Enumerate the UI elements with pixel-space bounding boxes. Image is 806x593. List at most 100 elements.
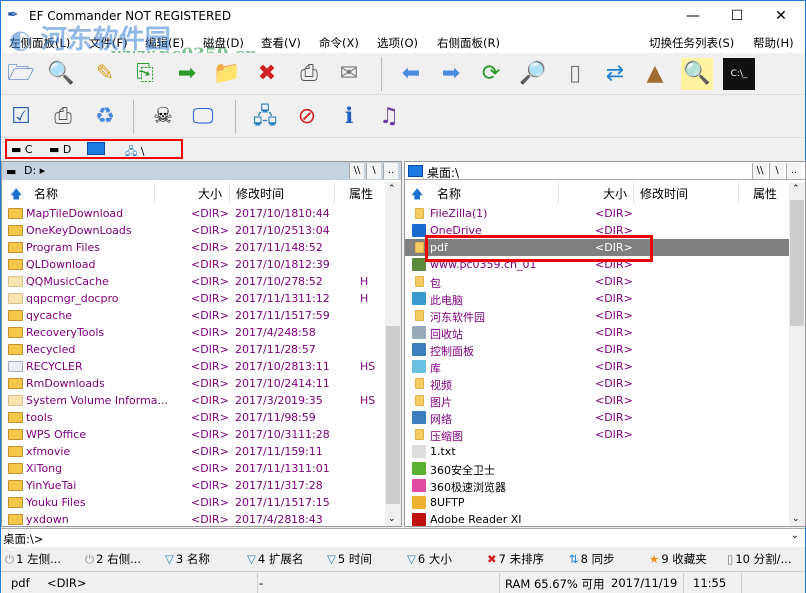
list-item[interactable]: RECYCLER <DIR> HS 2017/10/28 13:11 <box>2 358 385 375</box>
close-button[interactable]: ✕ <box>761 5 801 27</box>
list-item[interactable]: 回收站 <DIR> <box>405 324 789 341</box>
right-scrollbar[interactable]: ⌃ ⌄ <box>789 182 805 526</box>
list-item[interactable]: www.pc0359.cn_01 <DIR> <box>405 256 789 273</box>
list-item[interactable]: Youku Files <DIR> 2017/11/15 17:15 <box>2 494 385 511</box>
menu-left-panel[interactable]: 左侧面板(L) <box>9 35 70 51</box>
fkey-7[interactable]: ✖ 7 未排序 <box>487 551 544 567</box>
split-file-icon[interactable]: ▯ <box>559 58 591 90</box>
list-item[interactable]: 360极速浏览器 <box>405 477 789 494</box>
menu-help[interactable]: 帮助(H) <box>753 35 794 51</box>
list-item[interactable]: 网络 <DIR> <box>405 409 789 426</box>
checklist-icon[interactable]: ☑ <box>5 101 37 133</box>
backslash-button[interactable]: \ <box>366 163 381 179</box>
menu-view[interactable]: 查看(V) <box>261 35 301 51</box>
drive-c-button[interactable]: ▬ C <box>11 143 33 156</box>
email-icon[interactable]: ✉ <box>333 58 365 90</box>
parent-button[interactable]: .. <box>383 163 398 179</box>
list-item[interactable]: OneKeyDownLoads <DIR> 2017/10/25 13:04 <box>2 222 385 239</box>
print-icon[interactable]: ⎙ <box>293 58 325 90</box>
list-item[interactable]: Program Files <DIR> 2017/11/14 8:52 <box>2 239 385 256</box>
list-item[interactable]: RecoveryTools <DIR> 2017/4/24 8:58 <box>2 324 385 341</box>
col-size[interactable]: 大小 <box>603 185 627 202</box>
list-item[interactable]: 库 <DIR> <box>405 358 789 375</box>
col-size[interactable]: 大小 <box>198 185 222 202</box>
fkey-10[interactable]: ▯ 10 分割/... <box>727 551 791 567</box>
fkey-2[interactable]: ⏻ 2 右侧... <box>85 551 141 567</box>
find-file-icon[interactable]: 🔍 <box>681 58 713 90</box>
fkey-9[interactable]: ★ 9 收藏夹 <box>649 551 707 567</box>
right-scroll-thumb[interactable] <box>790 200 804 326</box>
backslash-button[interactable]: \ <box>769 163 784 179</box>
search-icon[interactable]: 🔎 <box>517 58 549 90</box>
scanner-icon[interactable]: ⎙ <box>47 101 79 133</box>
up-arrow-icon[interactable]: 🡅 <box>411 185 423 206</box>
copy-icon[interactable]: ⎘ <box>129 58 161 90</box>
list-item[interactable]: tools <DIR> 2017/11/9 8:59 <box>2 409 385 426</box>
list-item[interactable]: 河东软件园 <DIR> <box>405 307 789 324</box>
list-item[interactable]: qqpcmgr_docpro <DIR> H 2017/11/13 11:12 <box>2 290 385 307</box>
list-item[interactable]: WPS Office <DIR> 2017/10/31 11:28 <box>2 426 385 443</box>
root-button[interactable]: \\ <box>349 163 364 179</box>
view-icon[interactable]: 🔍 <box>45 58 77 90</box>
menu-command[interactable]: 命令(X) <box>319 35 359 51</box>
recycle-bin-icon[interactable]: ♻ <box>89 101 121 133</box>
list-item[interactable]: 此电脑 <DIR> <box>405 290 789 307</box>
list-item[interactable]: 图片 <DIR> <box>405 392 789 409</box>
list-item[interactable]: 控制面板 <DIR> <box>405 341 789 358</box>
pyramid-icon[interactable]: ▲ <box>639 58 671 90</box>
move-icon[interactable]: ➡ <box>171 58 203 90</box>
list-item[interactable]: Adobe Reader XI <box>405 511 789 528</box>
list-item[interactable]: System Volume Informa... <DIR> HS 2017/3/20… <box>2 392 385 409</box>
left-path[interactable]: D: ▸ <box>24 164 45 177</box>
open-folder-icon[interactable]: 🗁 <box>5 58 37 90</box>
desktop-button[interactable] <box>87 142 105 155</box>
menu-disk[interactable]: 磁盘(D) <box>203 35 244 51</box>
col-attr[interactable]: 属性 <box>753 185 777 202</box>
menu-file[interactable]: 文件(F) <box>89 35 128 51</box>
fkey-4[interactable]: ▽ 4 扩展名 <box>247 551 303 567</box>
edit-icon[interactable]: ✎ <box>89 58 121 90</box>
list-item[interactable]: 包 <DIR> <box>405 273 789 290</box>
list-item[interactable]: QQMusicCache <DIR> H 2017/10/27 8:52 <box>2 273 385 290</box>
list-item[interactable]: 8UFTP <box>405 494 789 511</box>
monitor-icon[interactable]: 🖵 <box>187 101 219 133</box>
fkey-3[interactable]: ▽ 3 名称 <box>165 551 210 567</box>
list-item[interactable]: 360安全卫士 <box>405 460 789 477</box>
col-attr[interactable]: 属性 <box>349 185 373 202</box>
list-item[interactable]: MapTileDownload <DIR> 2017/10/18 10:44 <box>2 205 385 222</box>
list-item[interactable]: qycache <DIR> 2017/11/15 17:59 <box>2 307 385 324</box>
fkey-8[interactable]: ⇅ 8 同步 <box>569 551 615 567</box>
list-item[interactable]: OneDrive <DIR> <box>405 222 789 239</box>
parent-button[interactable]: .. <box>786 163 801 179</box>
menu-right-panel[interactable]: 右侧面板(R) <box>437 35 500 51</box>
left-scroll-thumb[interactable] <box>386 326 400 504</box>
command-line[interactable]: 桌面:\> ⌄ <box>1 528 805 547</box>
menu-task-list[interactable]: 切换任务列表(S) <box>649 35 734 51</box>
info-icon[interactable]: ℹ <box>333 101 365 133</box>
delete-icon[interactable]: ✖ <box>251 58 283 90</box>
back-icon[interactable]: ⬅ <box>395 58 427 90</box>
refresh-icon[interactable]: ⟳ <box>475 58 507 90</box>
menu-edit[interactable]: 编辑(E) <box>145 35 184 51</box>
list-item[interactable]: FileZilla(1) <DIR> <box>405 205 789 222</box>
col-date[interactable]: 修改时间 <box>640 185 688 202</box>
list-item[interactable]: 压缩图 <DIR> <box>405 426 789 443</box>
left-scrollbar[interactable]: ⌃ ⌄ <box>385 182 401 526</box>
list-item[interactable]: QLDownload <DIR> 2017/10/18 12:39 <box>2 256 385 273</box>
list-item[interactable]: 视频 <DIR> <box>405 375 789 392</box>
fkey-5[interactable]: ▽ 5 时间 <box>327 551 372 567</box>
list-item[interactable]: XiTong <DIR> 2017/11/13 11:01 <box>2 460 385 477</box>
col-name[interactable]: 名称 <box>437 185 461 202</box>
fkey-1[interactable]: ⏻ 1 左侧... <box>5 551 61 567</box>
forward-icon[interactable]: ➡ <box>435 58 467 90</box>
music-icon[interactable]: ♫ <box>373 101 405 133</box>
list-item[interactable]: Recycled <DIR> 2017/11/2 8:57 <box>2 341 385 358</box>
sync-icon[interactable]: ⇄ <box>599 58 631 90</box>
col-name[interactable]: 名称 <box>34 185 58 202</box>
fkey-6[interactable]: ▽ 6 大小 <box>407 551 452 567</box>
menu-options[interactable]: 选项(O) <box>377 35 418 51</box>
disconnect-drive-icon[interactable]: ⊘ <box>291 101 323 133</box>
right-path[interactable]: 桌面:\ <box>427 164 459 181</box>
network-button[interactable]: 🖧 \ <box>125 143 144 162</box>
root-button[interactable]: \\ <box>752 163 767 179</box>
